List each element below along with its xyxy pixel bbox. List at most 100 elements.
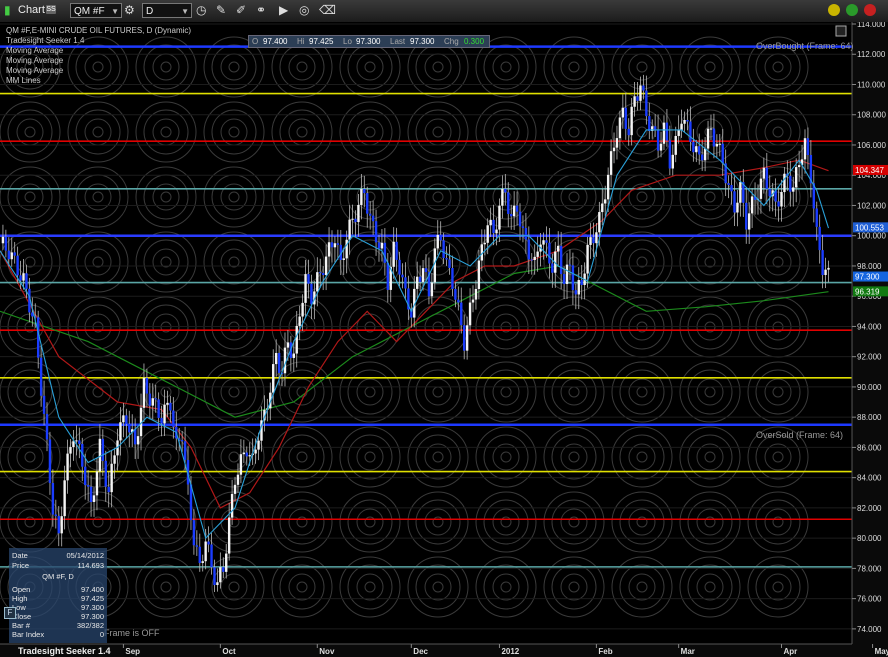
candle-body [451,268,454,289]
x-tick-label: Feb [598,647,612,656]
candle-body [13,252,16,256]
candle-body [630,106,633,136]
eraser-icon[interactable]: ⌫ [319,3,336,17]
candle-body [42,395,46,414]
candle-body [718,143,721,145]
candle-body [183,441,187,460]
candle-body [765,167,768,189]
info-date-row: Date 05/14/2012 [12,551,104,560]
candle-body [730,185,733,192]
candle-body [592,237,595,244]
candle-body [380,242,384,249]
clock-icon[interactable]: ◷ [196,3,206,17]
candle-body [210,544,213,568]
candle-body [366,193,369,214]
link-icon[interactable]: ⚭ [256,3,266,17]
candle-body [489,219,492,226]
candle-body [60,516,63,534]
maximize-button[interactable] [846,4,858,16]
candle-body [536,251,539,257]
legend-item: Tradesight Seeker 1.4 [6,36,85,45]
change-label: Chg [444,37,459,46]
low-label: Lo [343,37,352,46]
price-tag-label: 100.553 [855,223,884,232]
candle-body [204,541,207,562]
chevron-down-icon[interactable]: ▼ [181,4,189,19]
candle-body [783,173,786,193]
candle-body [759,178,763,199]
y-tick-label: 80.000 [857,534,882,543]
candle-body [95,471,99,496]
candle-body [330,242,334,248]
price-chart[interactable]: 74.000 76.000 78.000 80.000 82.000 84.000 86.0… [0,22,888,657]
candle-body [151,398,154,406]
candle-body [633,96,636,107]
candle-body [762,167,766,179]
candle-body [501,188,504,206]
legend-item: Moving Average [6,56,64,65]
symbol-field[interactable]: QM #F ▼ [70,3,122,18]
candle-body [510,213,513,217]
chart-legend: QM #F,E-MINI CRUDE OIL FUTURES, D (Dynam… [6,26,191,86]
candle-body [709,128,713,130]
candle-body [492,219,495,234]
minimize-button[interactable] [828,4,840,16]
candle-body [806,138,810,155]
candle-body [442,240,445,258]
candle-body [4,236,8,251]
candle-body [398,259,401,275]
candle-body [671,154,674,169]
candle-body [436,234,439,249]
price-tag-label: 97.300 [855,273,880,282]
candle-body [25,273,28,289]
play-icon[interactable]: ▶ [279,3,288,17]
window-title: Chart [18,4,45,16]
candle-body [386,262,390,290]
candle-body [122,415,125,423]
candle-body [642,85,645,91]
candle-body [136,436,140,445]
x-tick-label: Oct [222,647,236,656]
candle-body [477,260,481,289]
candle-body [824,269,827,276]
candle-body [374,221,378,243]
period-field[interactable]: D ▼ [142,3,192,18]
candle-body [233,484,237,494]
draw-icon[interactable]: ✐ [236,3,246,17]
candle-body [57,516,60,534]
y-tick-label: 98.000 [857,262,882,271]
x-tick-label: May [875,647,888,656]
pencil-icon[interactable]: ✎ [216,3,226,17]
target-icon[interactable]: ◎ [299,3,309,17]
last-label: Last [390,37,406,46]
candle-body [639,85,642,101]
candle-body [415,276,419,289]
candle-body [462,325,466,351]
candle-body [818,226,821,251]
candle-body [636,96,639,101]
candle-body [604,199,607,204]
candle-body [598,212,601,233]
candle-body [674,135,677,155]
candle-body [107,486,110,493]
candle-body [683,119,686,124]
candle-body [624,107,627,129]
close-button[interactable] [864,4,876,16]
candle-body [421,268,425,282]
candle-body [745,202,748,230]
legend-item: MM Lines [6,76,41,85]
candle-body [527,239,531,260]
status-badge: SS [46,5,56,14]
candle-body [392,241,395,267]
format-button[interactable]: F [4,607,16,619]
candle-body [222,567,225,572]
candle-body [653,126,657,130]
candle-body [703,148,707,161]
y-tick-label: 106.000 [857,141,886,150]
candle-body [565,264,569,284]
chevron-down-icon[interactable]: ▼ [111,4,119,19]
candle-body [321,273,325,275]
candle-body [219,567,222,583]
last-value: 97.300 [410,37,435,46]
gear-icon[interactable]: ⚙ [124,3,135,17]
